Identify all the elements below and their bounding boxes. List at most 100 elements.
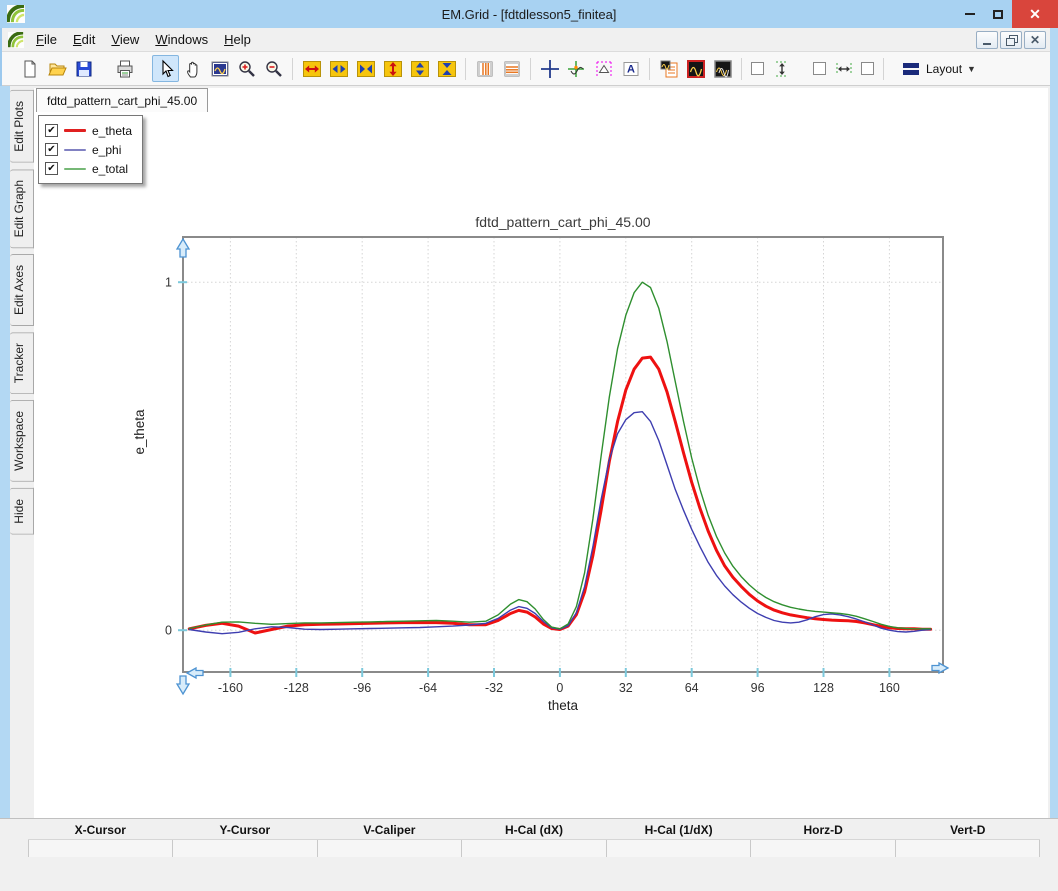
svg-text:A: A xyxy=(627,63,635,75)
sidebar-tab-edit-graph[interactable]: Edit Graph xyxy=(10,169,34,248)
toolbar-button-print[interactable] xyxy=(111,55,138,82)
svg-text:-64: -64 xyxy=(419,681,437,695)
toolbar-button-expand-y[interactable] xyxy=(379,55,406,82)
toolbar-button-shift-y[interactable] xyxy=(406,55,433,82)
maximize-button[interactable] xyxy=(984,0,1012,28)
close-icon: ✕ xyxy=(1029,6,1041,23)
layout-label: Layout xyxy=(926,62,962,76)
status-value-v-caliper xyxy=(318,840,462,857)
grid-vertical-icon xyxy=(475,59,495,79)
grid-horizontal-icon xyxy=(502,59,522,79)
compress-y-icon xyxy=(437,59,457,79)
chevron-down-icon: ▼ xyxy=(967,64,976,74)
toolbar-button-zoom-in[interactable] xyxy=(233,55,260,82)
toolbar-button-space-vertical[interactable] xyxy=(768,55,795,82)
zoom-out-icon xyxy=(264,59,284,79)
toolbar-button-compress-x[interactable] xyxy=(352,55,379,82)
layout-dropdown-button[interactable]: Layout ▼ xyxy=(895,57,982,81)
right-frame-strip xyxy=(1050,28,1058,833)
toolbar-button-pan-hand[interactable] xyxy=(179,55,206,82)
space-vertical-icon xyxy=(772,59,792,79)
statusbar: X-CursorY-CursorV-CaliperH-Cal (dX)H-Cal… xyxy=(0,818,1058,891)
toolbar-separator xyxy=(292,58,293,80)
svg-text:-128: -128 xyxy=(284,681,309,695)
svg-text:-96: -96 xyxy=(353,681,371,695)
minimize-button[interactable] xyxy=(956,0,984,28)
mdi-minimize-button[interactable] xyxy=(976,31,998,49)
toolbar-separator xyxy=(530,58,531,80)
shift-y-icon xyxy=(410,59,430,79)
toolbar-button-plot-single[interactable] xyxy=(682,55,709,82)
toolbar-button-text-annotation[interactable]: A xyxy=(617,55,644,82)
menu-help[interactable]: Help xyxy=(216,29,259,50)
layout-bars-icon xyxy=(901,59,921,79)
mdi-restore-icon xyxy=(1006,35,1016,44)
legend-checkbox-e_theta[interactable]: ✔ xyxy=(45,124,58,137)
pan-down-arrow-icon xyxy=(177,676,189,694)
svg-text:-32: -32 xyxy=(485,681,503,695)
plot-canvas: fdtd_pattern_cart_phi_45.00 ✔e_theta✔e_p… xyxy=(34,88,1048,818)
status-value-vert-d xyxy=(896,840,1040,857)
toolbar-button-compress-y[interactable] xyxy=(433,55,460,82)
toolbar-button-grid-horizontal[interactable] xyxy=(498,55,525,82)
svg-text:-160: -160 xyxy=(218,681,243,695)
status-value-h-cal-dx- xyxy=(462,840,606,857)
toolbar-button-space-horizontal[interactable] xyxy=(830,55,857,82)
toolbar-button-zoom-out[interactable] xyxy=(260,55,287,82)
chart-title: fdtd_pattern_cart_phi_45.00 xyxy=(183,214,943,230)
toolbar-button-caliper[interactable] xyxy=(590,55,617,82)
toolbar-checkbox-link-right[interactable] xyxy=(861,62,874,75)
legend-line-sample xyxy=(64,129,86,132)
toolbar-button-zoom-window[interactable] xyxy=(206,55,233,82)
svg-text:0: 0 xyxy=(556,681,563,695)
toolbar-button-expand-x[interactable] xyxy=(298,55,325,82)
toolbar-checkbox-sync-top[interactable] xyxy=(751,62,764,75)
menu-windows[interactable]: Windows xyxy=(147,29,216,50)
menu-view[interactable]: View xyxy=(103,29,147,50)
toolbar-button-grid-vertical[interactable] xyxy=(471,55,498,82)
toolbar-button-plot-overlay[interactable] xyxy=(709,55,736,82)
status-label-y-cursor: Y-Cursor xyxy=(173,821,318,839)
sidebar-tab-hide[interactable]: Hide xyxy=(10,488,34,535)
titlebar: EM.Grid - [fdtdlesson5_finitea] ✕ xyxy=(0,0,1058,28)
toolbar-checkbox-link-left[interactable] xyxy=(813,62,826,75)
toolbar-button-plot-report[interactable] xyxy=(655,55,682,82)
status-label-vert-d: Vert-D xyxy=(895,821,1040,839)
menubar: FileEditViewWindowsHelp ✕ xyxy=(2,28,1056,52)
svg-text:160: 160 xyxy=(879,681,900,695)
expand-y-icon xyxy=(383,59,403,79)
new-document-icon xyxy=(20,59,40,79)
sidebar-tab-edit-axes[interactable]: Edit Axes xyxy=(10,254,34,326)
mdi-minimize-icon xyxy=(983,43,991,45)
legend-box: ✔e_theta✔e_phi✔e_total xyxy=(38,115,143,184)
svg-text:64: 64 xyxy=(685,681,699,695)
menu-edit[interactable]: Edit xyxy=(65,29,103,50)
toolbar-button-crosshair[interactable] xyxy=(536,55,563,82)
toolbar-button-select-arrow[interactable] xyxy=(152,55,179,82)
toolbar-button-tracker[interactable] xyxy=(563,55,590,82)
shift-x-icon xyxy=(329,59,349,79)
mdi-close-button[interactable]: ✕ xyxy=(1024,31,1046,49)
app-window: EM.Grid - [fdtdlesson5_finitea] ✕ FileEd… xyxy=(0,0,1058,891)
close-button[interactable]: ✕ xyxy=(1012,0,1058,28)
toolbar-button-save[interactable] xyxy=(70,55,97,82)
window-title: EM.Grid - [fdtdlesson5_finitea] xyxy=(0,7,1058,22)
toolbar-button-new-document[interactable] xyxy=(16,55,43,82)
plot-single-icon xyxy=(686,59,706,79)
status-value-y-cursor xyxy=(173,840,317,857)
mdi-restore-button[interactable] xyxy=(1000,31,1022,49)
sidebar-tab-tracker[interactable]: Tracker xyxy=(10,332,34,394)
menu-file[interactable]: File xyxy=(28,29,65,50)
svg-text:0: 0 xyxy=(165,624,172,638)
minimize-icon xyxy=(965,13,975,15)
toolbar-separator xyxy=(465,58,466,80)
toolbar-button-open-folder[interactable] xyxy=(43,55,70,82)
legend-checkbox-e_total[interactable]: ✔ xyxy=(45,162,58,175)
sidebar-tab-edit-plots[interactable]: Edit Plots xyxy=(10,90,34,163)
toolbar-button-shift-x[interactable] xyxy=(325,55,352,82)
sidebar-tab-workspace[interactable]: Workspace xyxy=(10,400,34,482)
legend-line-sample xyxy=(64,168,86,170)
legend-checkbox-e_phi[interactable]: ✔ xyxy=(45,143,58,156)
zoom-window-icon xyxy=(210,59,230,79)
svg-text:32: 32 xyxy=(619,681,633,695)
